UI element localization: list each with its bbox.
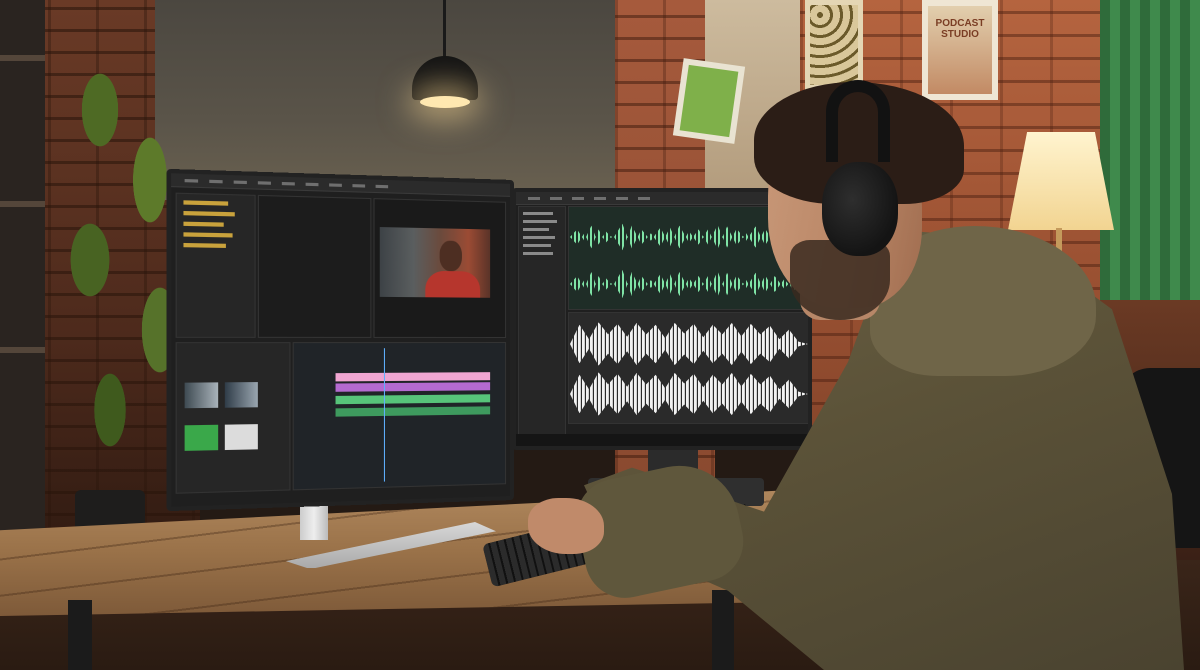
poster-text: PODCAST STUDIO <box>935 18 985 40</box>
audio-menubar <box>516 192 808 205</box>
timeline-track[interactable] <box>335 372 491 382</box>
pendant-lamp-cord <box>443 0 446 58</box>
waveform-channel[interactable] <box>570 264 808 304</box>
framed-art <box>805 0 863 90</box>
playhead[interactable] <box>383 348 385 482</box>
files-panel <box>518 206 566 444</box>
headphones-icon <box>826 80 890 162</box>
media-browser <box>175 342 291 494</box>
studio-photo: PODCAST STUDIO <box>0 0 1200 670</box>
video-editor-screen <box>171 173 511 507</box>
timeline-track[interactable] <box>335 382 491 392</box>
headphone-cup <box>822 162 898 256</box>
audio-editor-screen <box>516 192 808 446</box>
hand <box>528 498 604 554</box>
desk-leg <box>712 590 734 670</box>
shelf-board <box>0 201 45 207</box>
podcast-poster: PODCAST STUDIO <box>922 0 998 100</box>
program-preview <box>379 227 491 298</box>
desk-leg <box>68 600 92 670</box>
clip-thumbnail[interactable] <box>224 424 258 451</box>
clip-thumbnail[interactable] <box>224 382 258 408</box>
clip-thumbnail[interactable] <box>184 424 219 451</box>
source-monitor <box>257 194 372 338</box>
taskbar <box>516 434 808 446</box>
shelf-board <box>0 55 45 61</box>
framed-picture <box>672 58 746 144</box>
waveform-channel[interactable] <box>570 320 808 368</box>
project-panel <box>175 192 256 338</box>
timeline-panel <box>292 342 507 491</box>
monitor-audio-editor <box>512 188 812 450</box>
acoustic-panel <box>1100 0 1200 300</box>
shelf-board <box>0 347 45 353</box>
bookshelf <box>0 0 45 560</box>
pendant-lamp-glow <box>420 96 470 108</box>
clip-thumbnail[interactable] <box>184 382 219 409</box>
monitor-video-editor <box>166 168 515 512</box>
waveform-channel[interactable] <box>570 370 808 418</box>
